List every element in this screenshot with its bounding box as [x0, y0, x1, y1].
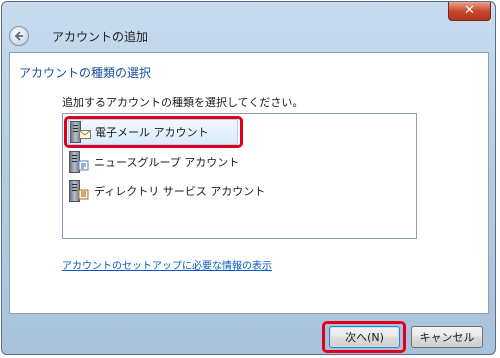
- next-button[interactable]: 次へ(N): [329, 326, 400, 348]
- newsgroup-server-icon: [68, 151, 89, 173]
- mail-server-icon: [69, 121, 91, 143]
- directory-server-icon: [68, 180, 89, 202]
- back-button[interactable]: [9, 26, 29, 46]
- back-arrow-icon: [14, 31, 23, 41]
- window-title: アカウントの追加: [52, 30, 149, 44]
- close-button[interactable]: ✕: [448, 2, 491, 21]
- list-item-email-account[interactable]: 電子メール アカウント: [68, 119, 238, 145]
- instruction-text: 追加するアカウントの種類を選択してください。: [62, 96, 304, 109]
- setup-info-link[interactable]: アカウントのセットアップに必要な情報の表示: [62, 257, 272, 272]
- close-icon: ✕: [464, 3, 475, 18]
- list-item-label: ディレクトリ サービス アカウント: [94, 185, 266, 198]
- cancel-button[interactable]: キャンセル: [411, 326, 483, 348]
- account-type-list[interactable]: 電子メール アカウント ニュースグループ アカウント ディレクトリ サービス ア…: [62, 113, 417, 239]
- list-item-directory-service-account[interactable]: ディレクトリ サービス アカウント: [68, 178, 265, 204]
- list-item-label: 電子メール アカウント: [95, 126, 209, 139]
- list-item-label: ニュースグループ アカウント: [94, 156, 240, 169]
- list-item-newsgroup-account[interactable]: ニュースグループ アカウント: [68, 149, 240, 175]
- section-title: アカウントの種類の選択: [19, 66, 152, 80]
